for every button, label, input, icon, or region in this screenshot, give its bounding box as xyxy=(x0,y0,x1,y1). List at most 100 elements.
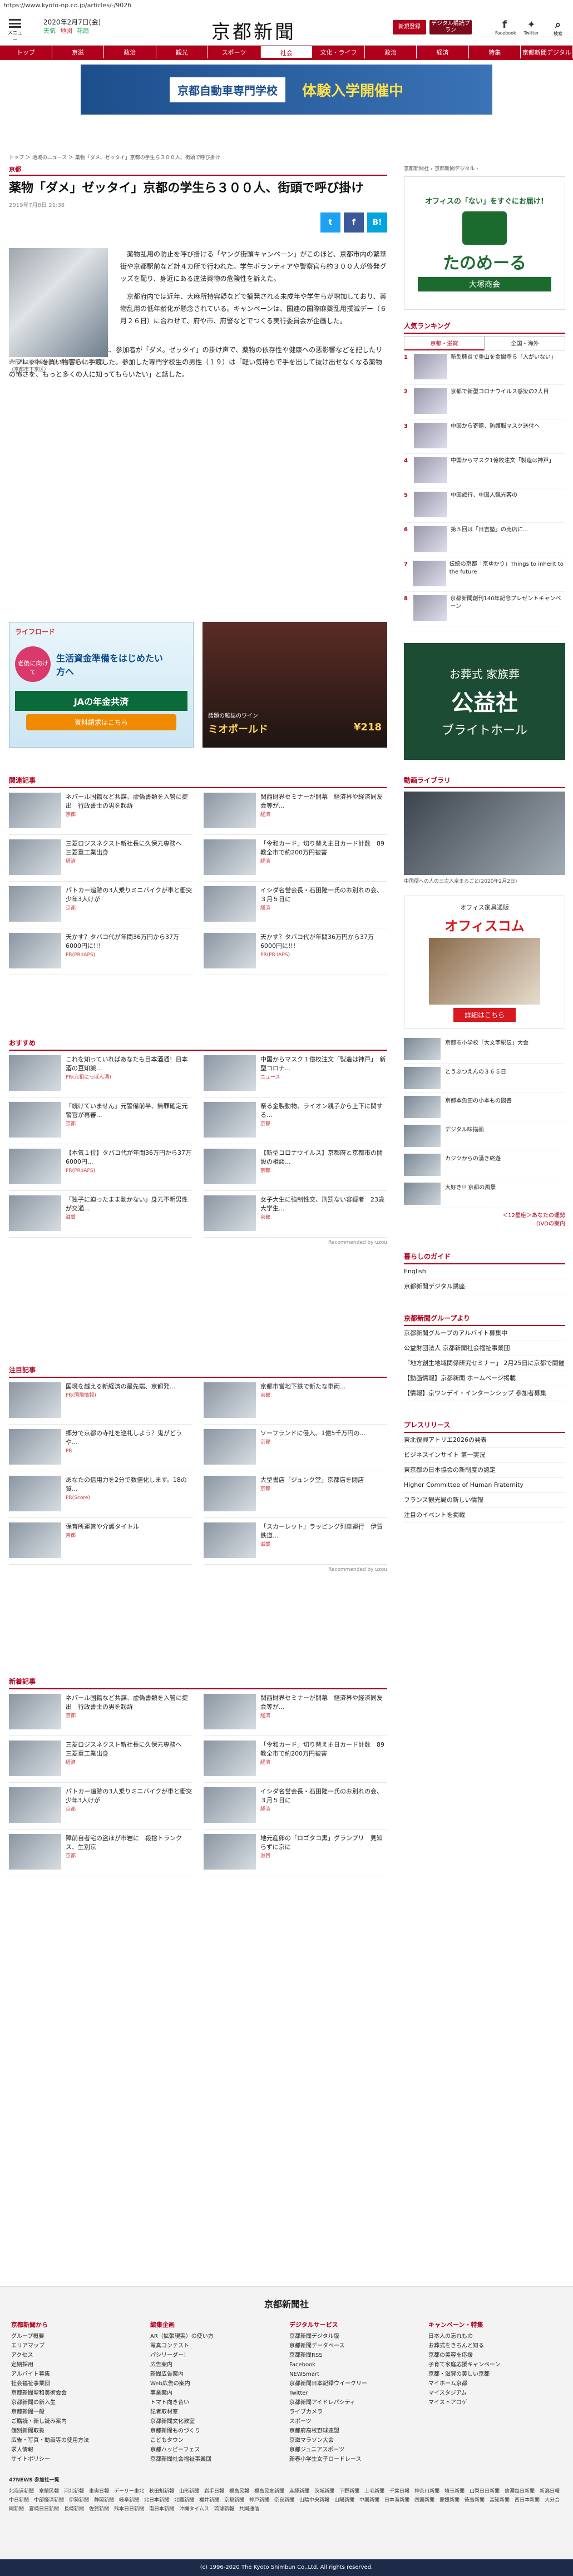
footer-link[interactable]: アルバイト募集 xyxy=(11,2370,134,2379)
sidebar-ad-otsuka[interactable]: オフィスの「ない」をすぐにお届け! たのめーる 大塚商会 xyxy=(404,176,565,310)
video-item[interactable]: 京都本魚田の小本もの図書 xyxy=(404,1092,565,1121)
article-card[interactable]: パトカー追跡の3人乗りミニバイクが車と衝突 少年3人けが 京都 xyxy=(9,1783,198,1830)
article-card[interactable]: 祭る金製動物、ライオン親子から上下に関する... 京都 xyxy=(204,1097,387,1144)
article-card[interactable]: ネパール国籍など共謀、虚偽書類を入管に提出 行政書士の男を起訴 京都 xyxy=(9,788,192,835)
footer-link[interactable]: 京都・滋賀の美しい京都 xyxy=(428,2370,551,2379)
footer-brand[interactable]: 京都新聞社 xyxy=(0,2297,573,2310)
footer-link[interactable]: 京都の美容を応援 xyxy=(428,2351,551,2360)
horoscope-link[interactable]: ＜12星座＞あなたの運勢 xyxy=(404,1210,565,1219)
footer-link[interactable]: マイストアロゲ xyxy=(428,2398,551,2407)
footer-link[interactable]: 子育て家庭応援キャンペーン xyxy=(428,2360,551,2370)
nav-item[interactable]: トップ xyxy=(0,46,52,58)
twitter-share-icon[interactable]: t xyxy=(320,212,340,233)
article-card[interactable]: 女子大生に強制性交、刑罰ない容疑者 23歳大学生... 京都 xyxy=(204,1191,387,1238)
menu-button[interactable]: メニュー xyxy=(7,19,23,43)
url-bar[interactable]: https://www.kyoto-np.co.jp/articles/-/90… xyxy=(0,0,573,11)
nav-item[interactable]: 観光 xyxy=(156,46,209,58)
article-card[interactable]: 関西財界セミナーが開幕 経済界や経済同友会等が... 経済 xyxy=(204,788,387,835)
footer-link[interactable]: 京都ハッピーフェス xyxy=(150,2445,273,2455)
footer-link[interactable]: 社会福祉事業団 xyxy=(11,2379,134,2389)
footer-link[interactable]: 日本人の忘れもの xyxy=(428,2332,551,2341)
article-card[interactable]: 「令和カード」切り替え主日カード計数 89教全市で約200万円被害 経済 xyxy=(204,1736,387,1783)
article-card[interactable]: ネパール国籍など共謀、虚偽書類を入管に提出 行政書士の男を起訴 京都 xyxy=(9,1689,192,1736)
ranking-item[interactable]: 4 中国からマスク1億枚注文「製造は神戸」 xyxy=(404,454,565,488)
press-link[interactable]: 東北復興アトリエ2026の発表 xyxy=(404,1433,565,1448)
nav-item[interactable]: 政治 xyxy=(364,46,417,58)
article-card[interactable]: 国境を越える新経済の最先端、京都発... PR(国際情報) xyxy=(9,1378,192,1425)
twitter-button[interactable]: ✦ Twitter xyxy=(522,19,541,37)
article-card[interactable]: 「令和カード」切り替え主日カード計数 89教全市で約200万円被害 経済 xyxy=(204,835,387,882)
footer-link[interactable]: 事業案内 xyxy=(150,2389,273,2398)
footer-link[interactable]: 求人情報 xyxy=(11,2445,134,2455)
press-link[interactable]: ビジネスインサイト 第一実況 xyxy=(404,1448,565,1463)
footer-link[interactable]: 写真コンテスト xyxy=(150,2341,273,2351)
footer-link[interactable]: 京都新聞日本記録ウイークリー xyxy=(289,2379,412,2389)
footer-link[interactable]: 広告案内 xyxy=(150,2360,273,2370)
footer-link[interactable]: ライブカメラ xyxy=(289,2407,412,2417)
video-player[interactable] xyxy=(404,792,565,875)
article-card[interactable]: 【本気１位】タバコ代が年間36万円から37万6000円... PR(PR:IAPS… xyxy=(9,1144,192,1191)
tab-national[interactable]: 全国・海外 xyxy=(485,336,565,350)
footer-link[interactable]: 個別新聞取扱 xyxy=(11,2426,134,2436)
nav-item[interactable]: 京滋 xyxy=(52,46,105,58)
article-card[interactable]: 保育所運営や介護タイトル 京都 xyxy=(9,1518,192,1565)
footer-link[interactable]: Web広告の案内 xyxy=(150,2379,273,2389)
footer-link[interactable]: お葬式をきちんと知る xyxy=(428,2341,551,2351)
guide-link[interactable]: English xyxy=(404,1264,565,1279)
footer-link[interactable]: エリアマップ xyxy=(11,2341,134,2351)
article-card[interactable]: イシダ名誉会長・石田隆一氏のお別れの会、３月５日に 経済 xyxy=(204,1783,387,1830)
nav-item[interactable]: 文化・ライフ xyxy=(313,46,365,58)
ranking-item[interactable]: 6 第５回は「日吉塾」の売店に... xyxy=(404,523,565,557)
footer-link[interactable]: グループ概要 xyxy=(11,2332,134,2341)
ranking-item[interactable]: 2 京都で新型コロナウイルス感染の2人目 xyxy=(404,385,565,419)
video-item[interactable]: 京都市小学校「大文字駅伝」大会 xyxy=(404,1035,565,1064)
facebook-share-icon[interactable]: f xyxy=(344,212,364,233)
facebook-button[interactable]: f Facebook xyxy=(495,19,516,37)
article-card[interactable]: 障前自者宅の盗ほが市岩に 殺捨トランクス、生別京 京都 xyxy=(9,1830,192,1876)
footer-link[interactable]: 新聞広告案内 xyxy=(150,2370,273,2379)
footer-link[interactable]: 記者取材室 xyxy=(150,2407,273,2417)
press-link[interactable]: フランス観光局の新しい情報 xyxy=(404,1493,565,1508)
footer-link[interactable]: スポーツ xyxy=(289,2417,412,2426)
ranking-item[interactable]: 3 中国から寄贈、防護服マスク送付へ xyxy=(404,419,565,454)
footer-link[interactable]: AR（拡張現実）の使い方 xyxy=(150,2332,273,2341)
company-link[interactable]: 京都新聞グループのアルバイト募集中 xyxy=(404,1326,565,1341)
article-card[interactable]: 三菱ロジスネクスト新社長に久保元専務へ 三菱重工業出身 経済 xyxy=(9,835,192,882)
ad-cta-button[interactable]: 資料請求はこちら xyxy=(26,714,176,730)
video-item[interactable]: 大好き!! 京都の風景 xyxy=(404,1179,565,1208)
article-card[interactable]: 「独子に迫ったまま動かない」身元不明男性が交通... 滋賀 xyxy=(9,1191,192,1238)
press-link[interactable]: 注目のイベントを掲載 xyxy=(404,1508,565,1523)
guide-link[interactable]: 京都新聞デジタル講座 xyxy=(404,1279,565,1294)
hatena-share-icon[interactable]: B! xyxy=(367,212,387,233)
footer-link[interactable]: マイスタジアム xyxy=(428,2389,551,2398)
footer-link[interactable]: 京都新聞社会福祉事業団 xyxy=(150,2455,273,2464)
footer-link[interactable]: 京都ジュニアスポーツ xyxy=(289,2445,412,2455)
nav-item[interactable]: 特集 xyxy=(468,46,521,58)
sidebar-ad-officecom[interactable]: オフィス家具通販 オフィスコム 詳細はこちら xyxy=(404,896,565,1029)
article-card[interactable]: 三菱ロジスネクスト新社長に久保元専務へ 三菱重工業出身 経済 xyxy=(9,1736,192,1783)
article-card[interactable]: 関西財界セミナーが開幕 経済界や経済同友会等が... 経済 xyxy=(204,1689,387,1736)
search-button[interactable]: ⌕ 検索 xyxy=(549,19,567,37)
footer-link[interactable]: Facebook xyxy=(289,2360,412,2370)
article-card[interactable]: 中国からマスク１億枚注文「製造は神戸」 新型コロナ... ニュース xyxy=(204,1051,387,1097)
ranking-item[interactable]: 7 伝統の京都「京ゆかり」Things to inherit to the fut… xyxy=(404,557,565,592)
article-card[interactable]: 天かす？タバコ代が年間36万円から37万6000円に!!! PR(PR:IAPS) xyxy=(204,928,387,975)
article-card[interactable]: パトカー追跡の3人乗りミニバイクが車と衝突 少年3人けが 京都 xyxy=(9,882,198,928)
dvd-link[interactable]: DVDの案内 xyxy=(404,1219,565,1227)
video-item[interactable]: カジツからの湧き終遊 xyxy=(404,1150,565,1179)
weather-link[interactable]: 天気 xyxy=(43,27,56,36)
footer-link[interactable]: 京都府高校野球連盟 xyxy=(289,2426,412,2436)
side-link[interactable]: 京都新聞デジタル › xyxy=(434,165,478,172)
network-list[interactable]: 北海道新聞 室蘭民報 河北新報 東奥日報 デーリー東北 秋田魁新報 山形新聞 岩… xyxy=(9,2487,565,2514)
ad-cta-button[interactable]: 詳細はこちら xyxy=(453,1008,516,1022)
article-card[interactable]: 天かす？タバコ代が年間36万円から37万6000円に!!! PR(PR:IAPS) xyxy=(9,928,192,975)
register-button[interactable]: 新規登録 xyxy=(393,20,426,34)
article-card[interactable]: 大型書店「ジュンク堂」京都店を閉店 京都 xyxy=(204,1471,387,1518)
nav-item[interactable]: 京都新聞デジタル xyxy=(521,46,573,58)
footer-link[interactable]: 京都新聞データベース xyxy=(289,2341,412,2351)
article-card[interactable]: 地元産卵の「ロゴタコ黒」グランプリ 見知らずに京に 滋賀 xyxy=(204,1830,387,1876)
ranking-item[interactable]: 1 新型肺炎で重山を金閣寺ら「入がいない」 xyxy=(404,350,565,385)
footer-link[interactable]: サイトポリシー xyxy=(11,2455,134,2464)
footer-link[interactable]: 定期採用 xyxy=(11,2360,134,2370)
pollen-link[interactable]: 花扇 xyxy=(77,27,89,36)
